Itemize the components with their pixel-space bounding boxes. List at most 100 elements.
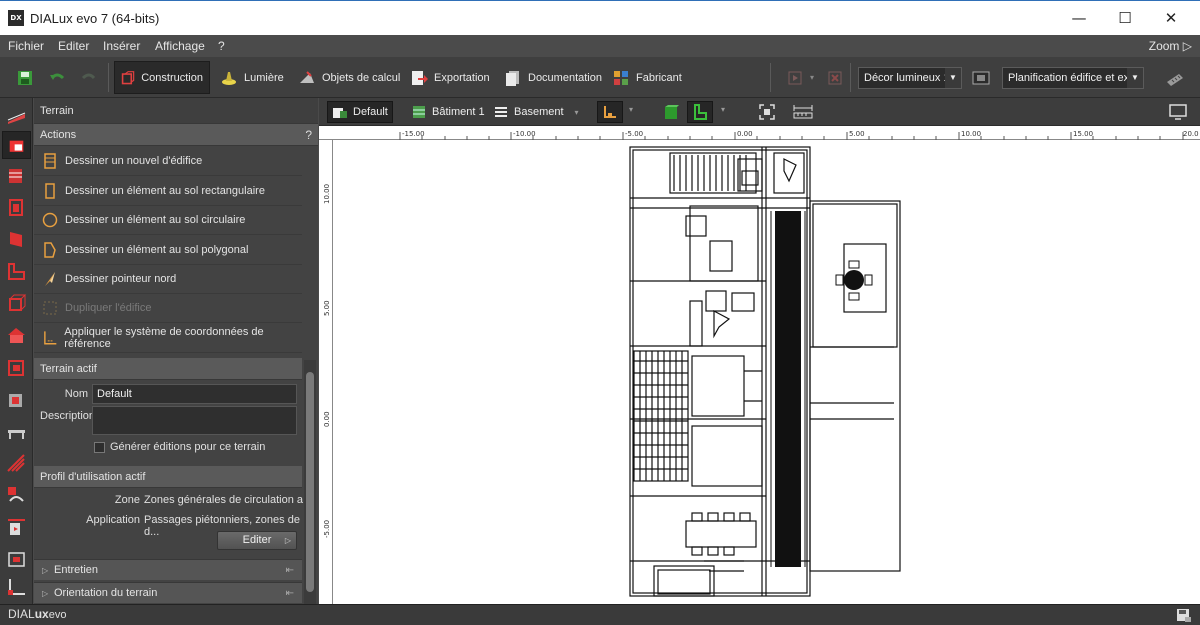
status-bar: DIALuxevo bbox=[0, 604, 1200, 625]
tab-exportation[interactable]: Exportation bbox=[404, 61, 496, 94]
pin-icon[interactable]: ⇤ bbox=[286, 583, 294, 604]
action-draw-building[interactable]: Dessiner un nouvel d'édifice bbox=[34, 147, 302, 176]
toolbar-separator bbox=[770, 63, 771, 92]
ruler-label: 5.00 bbox=[849, 130, 865, 138]
tab-lumiere[interactable]: Lumière bbox=[214, 61, 290, 94]
floor-plan-tool[interactable] bbox=[597, 101, 623, 123]
material-icon[interactable] bbox=[6, 453, 27, 474]
building-mode-icon[interactable] bbox=[2, 131, 31, 159]
save-icon bbox=[18, 70, 32, 85]
ruler-label: 15.00 bbox=[1073, 130, 1094, 138]
save-status-icon[interactable] bbox=[1176, 608, 1192, 623]
brand-part: evo bbox=[48, 609, 67, 621]
menu-help[interactable]: ? bbox=[218, 39, 225, 53]
floor-polygon-view-tool[interactable] bbox=[687, 101, 713, 123]
minimize-button[interactable]: — bbox=[1056, 1, 1102, 35]
undo-icon bbox=[50, 73, 65, 80]
planning-dropdown[interactable]: Planification édifice et ex... ▼ bbox=[1002, 67, 1144, 89]
action-apply-coordinate-system[interactable]: Appliquer le système de coordonnées de r… bbox=[34, 324, 302, 353]
panel-scrollbar[interactable] bbox=[304, 360, 316, 604]
pin-icon[interactable]: ⇤ bbox=[286, 560, 294, 581]
help-icon[interactable]: ? bbox=[305, 124, 312, 146]
app-logo: DX bbox=[8, 10, 24, 26]
tab-label: Construction bbox=[141, 71, 203, 84]
panel-title: Terrain bbox=[34, 98, 318, 124]
cut-plane-icon[interactable] bbox=[6, 517, 27, 538]
terrain-description-field[interactable] bbox=[92, 406, 297, 435]
cube-icon[interactable] bbox=[6, 293, 27, 314]
storey-icon[interactable] bbox=[6, 165, 27, 186]
menu-inserer[interactable]: Insérer bbox=[103, 39, 140, 53]
chevron-down-icon[interactable]: ▾ bbox=[629, 105, 633, 114]
brand-logo: DIALuxevo bbox=[8, 607, 66, 621]
curve-icon[interactable] bbox=[6, 485, 27, 506]
floor-plan-drawing[interactable] bbox=[334, 141, 1200, 604]
north-arrow-icon bbox=[45, 272, 55, 286]
terrain-name-field[interactable]: Default bbox=[92, 384, 297, 404]
scrollbar-thumb[interactable] bbox=[306, 372, 314, 592]
mode-icon-strip bbox=[0, 98, 33, 604]
ruler-tool-button[interactable] bbox=[1160, 61, 1190, 94]
chevron-down-icon: ▾ bbox=[574, 107, 579, 117]
app-window: DX DIALux evo 7 (64-bits) — ☐ ✕ Fichier … bbox=[0, 0, 1200, 625]
viewport-layout-button[interactable] bbox=[1165, 101, 1191, 123]
view-batiment-1[interactable]: Bâtiment 1 bbox=[407, 101, 489, 123]
screen-icon bbox=[972, 71, 990, 84]
tab-construction[interactable]: Construction bbox=[114, 61, 210, 94]
play-icon bbox=[788, 71, 802, 84]
ruler-label: -5.00 bbox=[625, 130, 644, 138]
zoom-menu[interactable]: Zoom ▷ bbox=[1149, 39, 1192, 53]
description-label: Description bbox=[40, 410, 96, 422]
chevron-down-icon: ▼ bbox=[945, 68, 961, 88]
ruler-ticks bbox=[399, 132, 1184, 140]
wall-icon[interactable] bbox=[6, 229, 27, 250]
action-draw-circle-floor[interactable]: Dessiner un élément au sol circulaire bbox=[34, 206, 302, 235]
storey-icon bbox=[495, 107, 507, 117]
menu-fichier[interactable]: Fichier bbox=[8, 39, 44, 53]
view-basement[interactable]: Basement ▾ bbox=[489, 101, 583, 123]
tab-fabricant[interactable]: Fabricant bbox=[606, 61, 688, 94]
view-icon[interactable] bbox=[6, 549, 27, 570]
rectangle-icon bbox=[45, 183, 55, 199]
maximize-button[interactable]: ☐ bbox=[1102, 1, 1148, 35]
edit-profile-button[interactable]: Editer ▷ bbox=[217, 531, 297, 550]
save-button[interactable] bbox=[10, 61, 40, 94]
expand-arrow-icon: ▷ bbox=[42, 589, 49, 598]
coordinate-system-icon bbox=[44, 331, 57, 345]
generate-editions-checkbox[interactable] bbox=[94, 442, 105, 453]
action-draw-rect-floor[interactable]: Dessiner un élément au sol rectangulaire bbox=[34, 177, 302, 206]
tab-objets-de-calcul[interactable]: Objets de calcul bbox=[292, 61, 406, 94]
menu-editer[interactable]: Editer bbox=[58, 39, 89, 53]
menu-affichage[interactable]: Affichage bbox=[155, 39, 205, 53]
tab-label: Fabricant bbox=[636, 71, 682, 84]
action-label: Dessiner pointeur nord bbox=[65, 273, 177, 285]
coordinates-icon[interactable] bbox=[6, 577, 27, 598]
action-draw-north-pointer[interactable]: Dessiner pointeur nord bbox=[34, 265, 302, 294]
room-icon[interactable] bbox=[6, 197, 27, 218]
action-draw-polygon-floor[interactable]: Dessiner un élément au sol polygonal bbox=[34, 236, 302, 265]
scene-settings-button[interactable] bbox=[966, 61, 996, 94]
brand-part: DIAL bbox=[8, 607, 35, 621]
chevron-down-icon[interactable]: ▾ bbox=[721, 105, 725, 114]
view-default[interactable]: Default bbox=[327, 101, 393, 123]
play-dropdown-arrow[interactable]: ▾ bbox=[804, 61, 820, 94]
undo-button[interactable] bbox=[42, 61, 72, 94]
opening-icon[interactable] bbox=[6, 357, 27, 378]
roof-icon[interactable] bbox=[6, 325, 27, 346]
redo-button[interactable] bbox=[74, 61, 104, 94]
floor-polygon-icon[interactable] bbox=[6, 261, 27, 282]
stop-button[interactable] bbox=[820, 61, 850, 94]
object-icon[interactable] bbox=[6, 389, 27, 410]
tab-documentation[interactable]: Documentation bbox=[498, 61, 608, 94]
orientation-section[interactable]: ▷ Orientation du terrain ⇤ bbox=[34, 582, 302, 603]
maintenance-section[interactable]: ▷ Entretien ⇤ bbox=[34, 559, 302, 580]
3d-view-tool[interactable] bbox=[659, 101, 683, 123]
scene-dropdown[interactable]: Décor lumineux 1 ▼ bbox=[858, 67, 962, 89]
measure-tool[interactable] bbox=[789, 101, 817, 123]
zoom-fit-button[interactable] bbox=[755, 101, 779, 123]
drawing-canvas[interactable]: -15.00 -10.00 -5.00 0.00 5.00 10.00 15.0… bbox=[319, 126, 1200, 604]
close-button[interactable]: ✕ bbox=[1148, 1, 1194, 35]
terrain-mode-icon[interactable] bbox=[6, 106, 27, 127]
toolbar-separator bbox=[108, 63, 109, 92]
furniture-icon[interactable] bbox=[6, 421, 27, 442]
